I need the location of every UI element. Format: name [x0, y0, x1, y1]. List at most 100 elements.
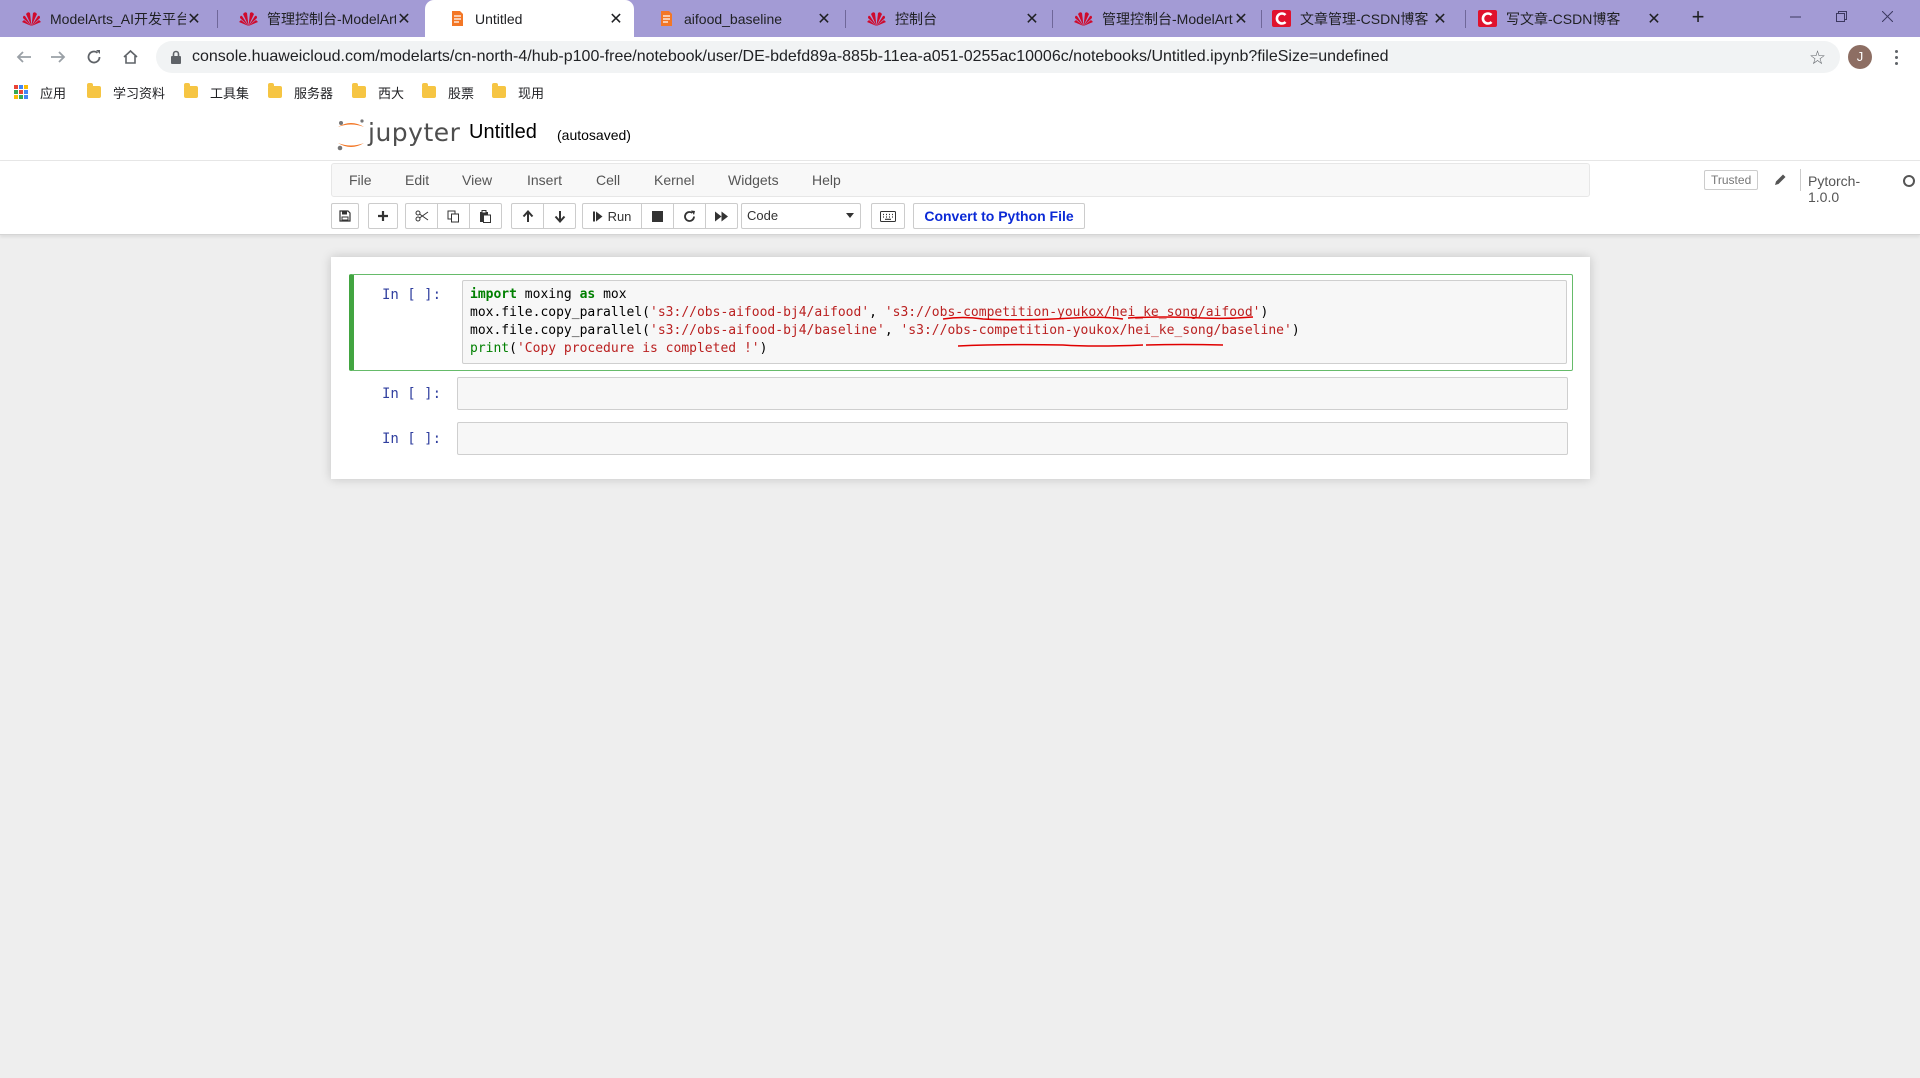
browser-tab-strip: ModelArts_AI开发平台 ✕ 管理控制台-ModelArts ✕ Unt… — [0, 0, 1920, 37]
browser-menu-icon[interactable] — [1890, 45, 1902, 69]
huawei-icon — [22, 9, 41, 28]
menubar: File Edit View Insert Cell Kernel Widget… — [331, 163, 1915, 205]
browser-tab[interactable]: 管理控制台-ModelArts ✕ — [217, 0, 422, 37]
run-label: Run — [607, 208, 632, 224]
jupyter-header: jupyter Untitled (autosaved) — [0, 107, 1920, 161]
csdn-icon — [1272, 9, 1291, 28]
code-editor[interactable] — [457, 377, 1568, 410]
code-editor[interactable]: import moxing as mox mox.file.copy_paral… — [462, 280, 1567, 364]
back-arrow-icon[interactable] — [12, 45, 36, 69]
trusted-indicator[interactable]: Trusted — [1704, 170, 1759, 190]
code-cell[interactable]: In [ ]: — [349, 420, 1573, 460]
kernel-divider — [1800, 169, 1801, 191]
minimize-icon[interactable] — [1772, 0, 1818, 32]
close-icon[interactable]: ✕ — [1024, 11, 1040, 28]
bookmark-folder[interactable]: 学习资料 — [87, 83, 165, 101]
step-forward-icon — [592, 211, 603, 221]
bookmark-label: 现用 — [518, 85, 545, 101]
bookmark-folder[interactable]: 现用 — [492, 83, 544, 101]
copy-button[interactable] — [437, 203, 470, 229]
kernel-idle-indicator-icon — [1903, 175, 1915, 187]
browser-tab[interactable]: ModelArts_AI开发平台 ✕ — [0, 0, 212, 37]
bookmark-folder[interactable]: 西大 — [352, 83, 404, 101]
apps-grid-icon — [14, 85, 28, 99]
autosave-status: (autosaved) — [557, 127, 631, 143]
code-line: import moxing as mox — [470, 287, 627, 302]
tab-title: Untitled — [475, 10, 523, 27]
notebook-container: In [ ]: import moxing as mox mox.file.co… — [331, 257, 1590, 479]
paste-button[interactable] — [469, 203, 502, 229]
browser-tab-active[interactable]: Untitled ✕ — [425, 0, 634, 37]
convert-to-python-button[interactable]: Convert to Python File — [913, 203, 1085, 229]
folder-icon — [87, 83, 101, 98]
tab-title: 管理控制台-ModelArts — [1102, 10, 1233, 27]
notebook-title[interactable]: Untitled — [469, 121, 537, 144]
input-prompt: In [ ]: — [382, 386, 442, 402]
jupyter-logo-text[interactable]: jupyter — [368, 118, 460, 147]
new-tab-plus-icon[interactable]: + — [1686, 6, 1710, 30]
bookmark-label: 学习资料 — [113, 85, 166, 101]
browser-tab[interactable]: 写文章-CSDN博客 ✕ — [1456, 0, 1672, 37]
bookmark-folder[interactable]: 股票 — [422, 83, 474, 101]
interrupt-kernel-button[interactable] — [641, 203, 674, 229]
close-icon[interactable]: ✕ — [1233, 11, 1249, 28]
bookmark-star-icon[interactable]: ☆ — [1809, 47, 1826, 70]
bookmark-label: 西大 — [378, 85, 405, 101]
close-icon[interactable]: ✕ — [816, 11, 832, 28]
close-window-icon[interactable] — [1864, 0, 1910, 32]
restore-icon[interactable] — [1818, 0, 1864, 32]
bookmark-apps[interactable]: 应用 — [14, 83, 66, 101]
bookmark-label: 服务器 — [294, 85, 334, 101]
menu-cell[interactable]: Cell — [596, 172, 620, 188]
save-button[interactable] — [331, 203, 359, 229]
code-cell-selected[interactable]: In [ ]: import moxing as mox mox.file.co… — [349, 274, 1573, 371]
pencil-icon[interactable] — [1773, 173, 1787, 187]
folder-icon — [492, 83, 506, 98]
address-bar[interactable]: console.huaweicloud.com/modelarts/cn-nor… — [156, 41, 1840, 73]
move-up-button[interactable] — [511, 203, 544, 229]
profile-avatar[interactable]: J — [1848, 45, 1872, 69]
csdn-icon — [1478, 9, 1497, 28]
menu-help[interactable]: Help — [812, 172, 841, 188]
insert-cell-button[interactable] — [368, 203, 398, 229]
tab-title: ModelArts_AI开发平台 — [50, 10, 186, 27]
code-editor[interactable] — [457, 422, 1568, 455]
cut-button[interactable] — [405, 203, 438, 229]
copy-icon — [447, 210, 459, 222]
close-icon[interactable]: ✕ — [1646, 11, 1662, 28]
notebook-menu-and-toolbar: File Edit View Insert Cell Kernel Widget… — [0, 161, 1920, 235]
browser-tab[interactable]: aifood_baseline ✕ — [634, 0, 842, 37]
code-cell[interactable]: In [ ]: — [349, 375, 1573, 415]
huawei-icon — [1074, 9, 1093, 28]
jupyter-icon — [447, 9, 466, 28]
reload-icon[interactable] — [82, 45, 106, 69]
bookmark-folder[interactable]: 工具集 — [184, 83, 249, 101]
menu-file[interactable]: File — [349, 172, 372, 188]
browser-tab[interactable]: 管理控制台-ModelArts ✕ — [1052, 0, 1259, 37]
close-icon[interactable]: ✕ — [1432, 11, 1448, 28]
browser-tab[interactable]: 文章管理-CSDN博客 ✕ — [1250, 0, 1458, 37]
home-icon[interactable] — [118, 45, 142, 69]
forward-arrow-icon[interactable] — [46, 45, 70, 69]
command-palette-button[interactable] — [871, 203, 905, 229]
browser-tab[interactable]: 控制台 ✕ — [845, 0, 1050, 37]
cell-type-value: Code — [747, 208, 779, 223]
kernel-name[interactable]: Pytorch-1.0.0 — [1808, 173, 1860, 205]
restart-kernel-button[interactable] — [673, 203, 706, 229]
close-icon[interactable]: ✕ — [608, 11, 624, 28]
menu-edit[interactable]: Edit — [405, 172, 429, 188]
close-icon[interactable]: ✕ — [186, 11, 202, 28]
arrow-down-icon — [554, 210, 565, 223]
menu-kernel[interactable]: Kernel — [654, 172, 694, 188]
menu-widgets[interactable]: Widgets — [728, 172, 779, 188]
browser-toolbar: console.huaweicloud.com/modelarts/cn-nor… — [0, 37, 1920, 77]
bookmark-folder[interactable]: 服务器 — [268, 83, 333, 101]
run-button[interactable]: Run — [582, 203, 642, 229]
bookmark-label: 股票 — [448, 85, 475, 101]
menu-insert[interactable]: Insert — [527, 172, 562, 188]
cell-type-select[interactable]: Code — [741, 203, 861, 229]
move-down-button[interactable] — [543, 203, 576, 229]
restart-run-all-button[interactable] — [705, 203, 738, 229]
menu-view[interactable]: View — [462, 172, 492, 188]
close-icon[interactable]: ✕ — [396, 11, 412, 28]
